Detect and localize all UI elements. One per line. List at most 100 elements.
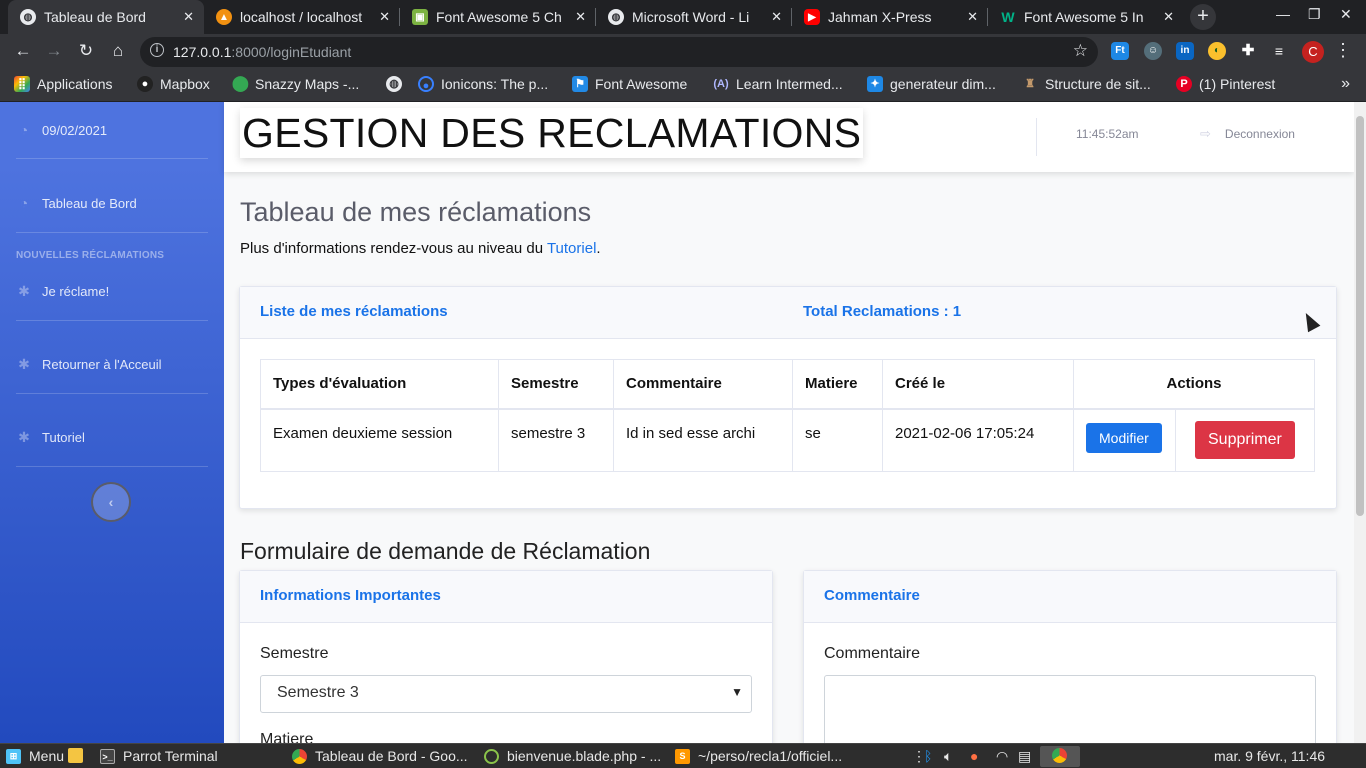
sidebar-toggle-button[interactable]: ‹: [91, 482, 131, 522]
taskbar-app-terminal[interactable]: >_ Parrot Terminal: [100, 748, 218, 764]
comment-card: Commentaire Commentaire: [803, 570, 1337, 743]
bookmark-font-awesome[interactable]: ⚑ Font Awesome: [572, 76, 687, 92]
card-header: Liste de mes réclamations Total Reclamat…: [240, 287, 1336, 339]
sidebar-item-tutoriel[interactable]: ✱ Tutoriel: [16, 429, 208, 446]
tab-title: Tableau de Bord: [44, 9, 146, 25]
browser-tab-4[interactable]: ◍ Microsoft Word - Li ✕: [596, 0, 792, 34]
globe-icon: ◍: [608, 9, 624, 25]
bookmark-star-icon[interactable]: ☆: [1073, 41, 1088, 61]
matiere-label: Matiere: [260, 731, 314, 743]
sidebar: ◔ 09/02/2021 ◔ Tableau de Bord NOUVELLES…: [0, 102, 224, 743]
chrome-tray-icon[interactable]: [1052, 748, 1067, 763]
sidebar-item-accueil[interactable]: ✱ Retourner à l'Acceuil: [16, 356, 208, 373]
home-icon[interactable]: ⌂: [107, 41, 129, 61]
site-info-icon[interactable]: i: [150, 43, 164, 57]
taskbar-app-label: bienvenue.blade.php - ...: [507, 748, 662, 764]
page-scrollbar[interactable]: [1354, 102, 1366, 743]
start-menu-button[interactable]: ⊞ Menu: [6, 748, 64, 764]
supprimer-button[interactable]: Supprimer: [1195, 420, 1295, 459]
volume-icon[interactable]: 🔈︎: [944, 748, 952, 765]
clipboard-icon[interactable]: ▤: [1018, 748, 1031, 765]
windows-logo-icon: ⊞: [6, 748, 21, 764]
semestre-label: Semestre: [260, 645, 329, 662]
bookmark-pinterest[interactable]: P (1) Pinterest: [1176, 76, 1275, 92]
page-subtitle: Plus d'informations rendez-vous au nivea…: [240, 240, 601, 257]
bookmark-structure[interactable]: ♜ Structure de sit...: [1022, 76, 1151, 92]
bookmark-mapbox[interactable]: ● Mapbox: [137, 76, 210, 92]
sidebar-item-je-reclame[interactable]: ✱ Je réclame!: [16, 283, 208, 300]
menu-label: Menu: [29, 748, 65, 764]
sidebar-item-label: Tableau de Bord: [42, 195, 137, 211]
bookmark-ionicons[interactable]: ● Ionicons: The p...: [418, 76, 548, 92]
new-tab-button[interactable]: +: [1190, 4, 1216, 30]
tray-app-icon[interactable]: ●: [970, 748, 978, 764]
editor-icon: [484, 748, 499, 764]
tab-close-icon[interactable]: ✕: [967, 9, 978, 25]
youtube-icon: ▶: [804, 9, 820, 25]
restore-icon[interactable]: ❐: [1308, 6, 1321, 23]
extension-compass-icon[interactable]: ◐: [1208, 42, 1226, 60]
os-taskbar: ⊞ Menu >_ Parrot Terminal Tableau de Bor…: [0, 743, 1366, 768]
files-icon[interactable]: [68, 748, 91, 763]
terminal-icon: >_: [100, 748, 115, 764]
semestre-selected-value: Semestre 3: [277, 684, 359, 701]
network-icon[interactable]: ◠: [996, 748, 1008, 765]
modifier-button[interactable]: Modifier: [1086, 422, 1162, 453]
taskbar-app-editor[interactable]: bienvenue.blade.php - ...: [484, 748, 661, 764]
topbar-divider: [1036, 118, 1037, 156]
bookmarks-overflow-icon[interactable]: »: [1341, 75, 1350, 93]
bookmark-label: Font Awesome: [595, 76, 688, 92]
sidebar-item-dashboard[interactable]: ◔ Tableau de Bord: [16, 195, 208, 211]
logout-link[interactable]: ⇨ Deconnexion: [1200, 126, 1295, 142]
tab-close-icon[interactable]: ✕: [575, 9, 586, 25]
bookmark-learn[interactable]: (A) Learn Intermed...: [713, 76, 842, 92]
cell-cree-le: 2021-02-06 17:05:24: [882, 408, 1074, 472]
browser-tab-5[interactable]: ▶ Jahman X-Press ✕: [792, 0, 988, 34]
sidebar-item-label: Je réclame!: [42, 284, 110, 299]
taskbar-app-sublime[interactable]: S ~/perso/recla1/officiel...: [675, 748, 842, 764]
reload-icon[interactable]: ↻: [75, 41, 97, 61]
browser-menu-icon[interactable]: ⋮: [1334, 40, 1352, 61]
browser-tab-3[interactable]: ▣ Font Awesome 5 Ch ✕: [400, 0, 596, 34]
reclamations-list-card: Liste de mes réclamations Total Reclamat…: [239, 286, 1337, 509]
bookmark-snazzy-maps[interactable]: ⬤ Snazzy Maps -...: [232, 76, 359, 93]
sidebar-divider: [16, 466, 208, 467]
tutoriel-link[interactable]: Tutoriel: [547, 240, 596, 257]
media-queue-icon[interactable]: ≡: [1270, 42, 1288, 60]
extension-linkedin-icon[interactable]: in: [1176, 42, 1194, 60]
minimize-icon[interactable]: —: [1276, 6, 1290, 22]
taskbar-app-chrome[interactable]: Tableau de Bord - Goo...: [292, 748, 468, 764]
ionicons-icon: ●: [418, 76, 434, 92]
tab-close-icon[interactable]: ✕: [771, 9, 782, 25]
semestre-select[interactable]: Semestre 3 ▼: [260, 675, 752, 713]
column-header: Créé le: [882, 359, 1074, 410]
window-close-icon[interactable]: ✕: [1340, 6, 1352, 23]
url-text[interactable]: 127.0.0.1:8000/loginEtudiant: [173, 44, 351, 60]
profile-avatar[interactable]: C: [1302, 41, 1324, 63]
bookmark-globe[interactable]: ◍: [386, 76, 409, 92]
bluetooth-icon[interactable]: ᛒ: [924, 748, 932, 764]
cell-semestre: semestre 3: [498, 408, 614, 472]
cell-matiere: se: [792, 408, 883, 472]
bookmark-applications[interactable]: ⣿ Applications: [14, 76, 113, 92]
browser-tab-2[interactable]: ▲ localhost / localhost ✕: [204, 0, 400, 34]
forward-icon[interactable]: →: [43, 41, 65, 61]
scrollbar-thumb[interactable]: [1356, 116, 1364, 516]
tab-title: localhost / localhost: [240, 9, 363, 25]
tab-close-icon[interactable]: ✕: [379, 9, 390, 25]
extension-ft-icon[interactable]: Ft: [1111, 42, 1129, 60]
commentaire-textarea[interactable]: [824, 675, 1316, 743]
info-card: Informations Importantes Semestre Semest…: [239, 570, 773, 743]
bookmark-generateur[interactable]: ✦ generateur dim...: [867, 76, 996, 92]
browser-tab-6[interactable]: W Font Awesome 5 In ✕: [988, 0, 1184, 34]
extensions-puzzle-icon[interactable]: ✚: [1239, 42, 1257, 60]
address-bar[interactable]: i 127.0.0.1:8000/loginEtudiant ☆: [140, 37, 1098, 67]
back-icon[interactable]: ←: [12, 41, 34, 61]
browser-tab-1[interactable]: ◍ Tableau de Bord ✕: [8, 0, 204, 34]
tab-close-icon[interactable]: ✕: [183, 9, 194, 25]
taskbar-app-label: ~/perso/recla1/officiel...: [698, 748, 843, 764]
bookmark-label: Applications: [37, 76, 113, 92]
taskbar-clock[interactable]: mar. 9 févr., 11:46: [1214, 748, 1325, 764]
tab-close-icon[interactable]: ✕: [1163, 9, 1174, 25]
extension-face-icon[interactable]: ☺: [1144, 42, 1162, 60]
